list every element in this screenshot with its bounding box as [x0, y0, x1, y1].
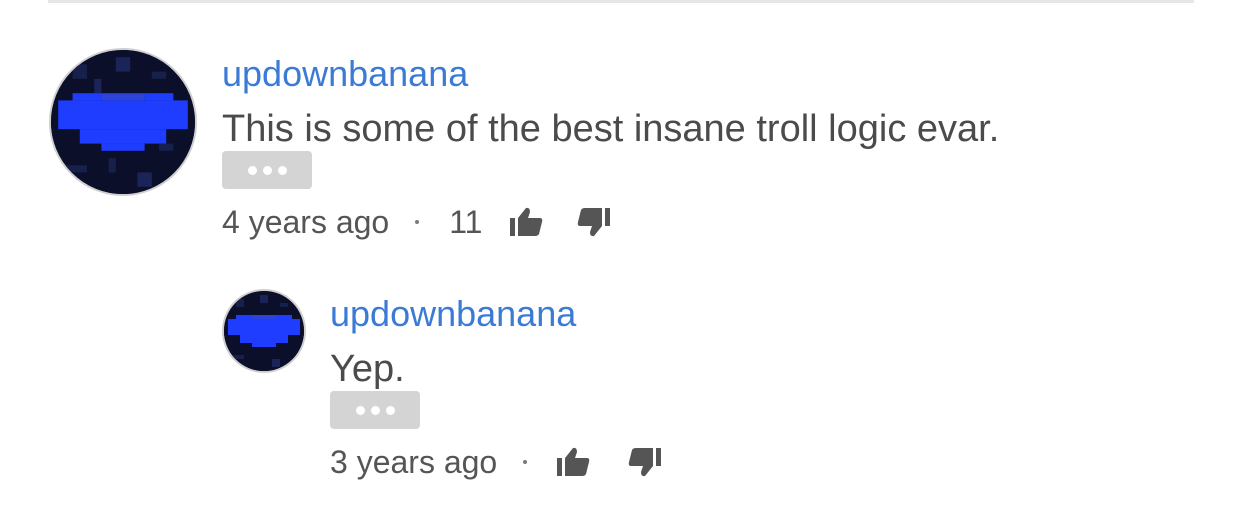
ellipsis-icon [247, 165, 257, 175]
avatar-image [224, 291, 304, 371]
comment: updownbanana This is some of the best in… [0, 0, 1242, 260]
separator-dot [415, 220, 420, 224]
timestamp: 4 years ago [222, 203, 390, 240]
ellipsis-icon [277, 165, 287, 175]
comment-text: This is some of the best insane troll lo… [222, 108, 1000, 150]
separator-dot [523, 460, 528, 464]
like-button[interactable] [508, 206, 544, 238]
avatar-image [51, 50, 195, 194]
thumbs-up-icon [510, 207, 543, 236]
more-button[interactable] [330, 391, 420, 429]
ellipsis-icon [262, 165, 272, 175]
reply-author[interactable]: updownbanana [330, 292, 576, 336]
ellipsis-icon [355, 405, 365, 415]
comment-author[interactable]: updownbanana [222, 52, 468, 96]
dislike-button[interactable] [627, 446, 663, 478]
avatar[interactable] [49, 48, 197, 196]
thumbs-down-icon [578, 208, 611, 237]
thumbs-down-icon [628, 448, 662, 477]
reply-meta: 3 years ago [330, 442, 663, 482]
reply-text: Yep. [330, 348, 405, 390]
reply: updownbanana Yep. 3 years ago [0, 270, 1242, 527]
ellipsis-icon [385, 405, 395, 415]
thumbs-up-icon [557, 447, 590, 476]
timestamp: 3 years ago [330, 443, 498, 480]
avatar[interactable] [222, 289, 306, 373]
ellipsis-icon [370, 405, 380, 415]
more-button[interactable] [222, 151, 312, 189]
dislike-button[interactable] [576, 206, 612, 238]
like-button[interactable] [555, 446, 591, 478]
comment-meta: 4 years ago 11 [222, 202, 612, 242]
like-count: 11 [449, 203, 483, 240]
